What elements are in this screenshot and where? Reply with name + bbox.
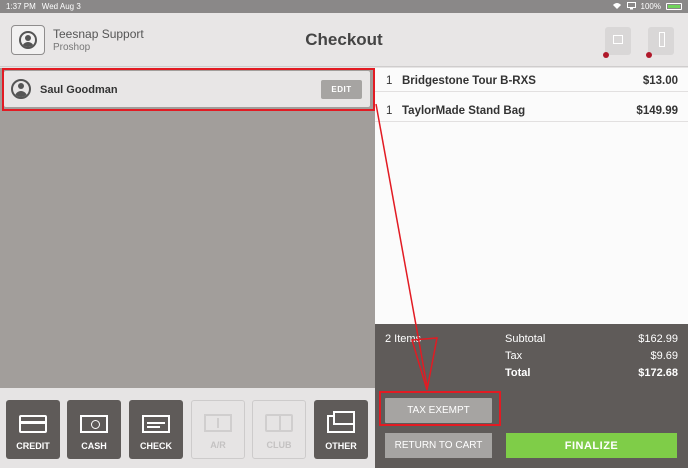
cart-panel: 1 Bridgestone Tour B-RXS $13.00 1 Taylor… <box>375 68 688 324</box>
battery-icon <box>666 3 682 10</box>
club-payment-button[interactable]: CLUB <box>252 400 306 459</box>
cash-drawer-status-indicator <box>646 52 652 58</box>
printer-status-indicator <box>603 52 609 58</box>
annotation-highlight-customer <box>2 68 375 111</box>
header: Teesnap Support Proshop Checkout <box>0 13 688 67</box>
line-item-qty: 1 <box>386 105 393 117</box>
printer-icon <box>613 35 623 44</box>
credit-payment-button[interactable]: CREDIT <box>6 400 60 459</box>
line-item-price: $13.00 <box>642 75 678 87</box>
other-payment-button[interactable]: OTHER <box>314 400 368 459</box>
subtotal-value: $162.99 <box>638 333 678 345</box>
account-receivable-icon <box>204 414 232 432</box>
printer-button[interactable] <box>603 27 631 58</box>
divider <box>375 91 688 92</box>
total-label: Total <box>505 367 531 379</box>
items-count: 2 Items <box>385 333 422 345</box>
other-payment-icon <box>327 411 355 433</box>
wifi-icon <box>612 2 622 12</box>
line-item-name: TaylorMade Stand Bag <box>402 105 526 117</box>
status-bar: 1:37 PM Wed Aug 3 100% <box>0 0 688 13</box>
finalize-button[interactable]: FINALIZE <box>506 433 677 458</box>
cash-drawer-button[interactable] <box>646 27 674 58</box>
line-item-qty: 1 <box>386 75 393 87</box>
cash-payment-label: CASH <box>81 441 107 451</box>
cart-line-item[interactable]: 1 TaylorMade Stand Bag $149.99 <box>375 100 688 122</box>
return-to-cart-button[interactable]: RETURN TO CART <box>385 433 492 458</box>
line-item-price: $149.99 <box>636 105 678 117</box>
totals-panel: 2 Items Subtotal $162.99 Tax $9.69 Total… <box>375 324 688 388</box>
status-time: 1:37 PM <box>6 2 36 11</box>
tax-value: $9.69 <box>650 350 678 362</box>
check-payment-button[interactable]: CHECK <box>129 400 183 459</box>
customer-panel: Saul Goodman EDIT <box>0 68 375 388</box>
status-date: Wed Aug 3 <box>41 2 81 11</box>
divider <box>375 121 688 122</box>
check-payment-label: CHECK <box>139 441 172 451</box>
cash-icon <box>80 415 108 433</box>
other-payment-label: OTHER <box>325 441 357 451</box>
cash-payment-button[interactable]: CASH <box>67 400 121 459</box>
annotation-highlight-tax-exempt <box>379 391 501 426</box>
ar-payment-button[interactable]: A/R <box>191 400 245 459</box>
cart-line-item[interactable]: 1 Bridgestone Tour B-RXS $13.00 <box>375 70 688 92</box>
payment-methods: CREDIT CASH CHECK A/R CLUB OTHER <box>0 388 375 468</box>
check-icon <box>142 415 170 433</box>
club-payment-label: CLUB <box>266 440 292 450</box>
club-icon <box>265 414 293 432</box>
page-title: Checkout <box>305 30 383 49</box>
line-item-name: Bridgestone Tour B-RXS <box>402 75 536 87</box>
total-value: $172.68 <box>638 367 678 379</box>
ar-payment-label: A/R <box>210 440 226 450</box>
tax-label: Tax <box>505 350 523 362</box>
subtotal-label: Subtotal <box>505 333 546 345</box>
battery-percent: 100% <box>640 2 661 11</box>
screen-mirror-icon <box>626 1 636 12</box>
credit-payment-label: CREDIT <box>16 441 50 451</box>
credit-card-icon <box>19 415 47 433</box>
cash-drawer-icon <box>659 32 665 47</box>
